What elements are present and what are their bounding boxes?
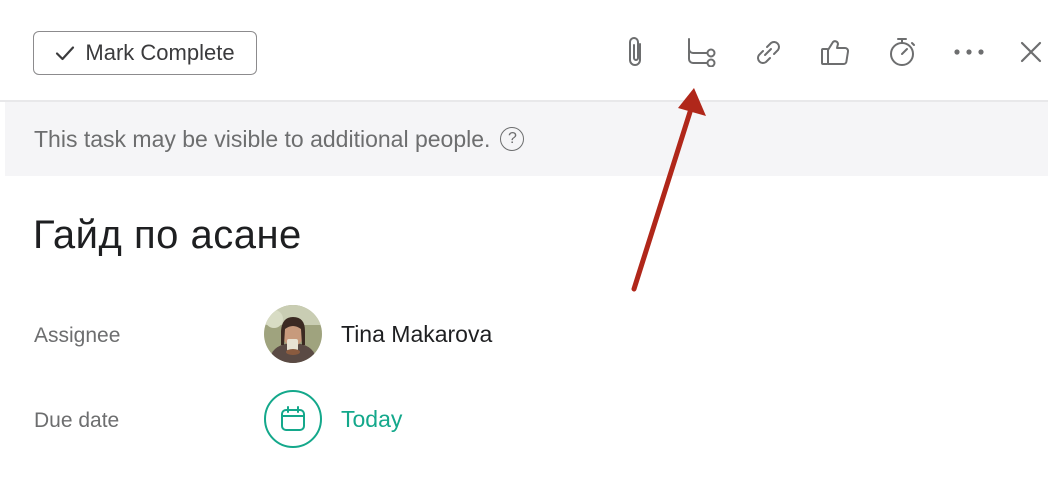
- add-subtask-button[interactable]: [685, 34, 719, 70]
- like-button[interactable]: [818, 34, 852, 70]
- visibility-banner-text: This task may be visible to additional p…: [34, 125, 491, 152]
- close-icon: [1020, 41, 1042, 63]
- task-toolbar: Mark Complete: [0, 0, 1048, 102]
- more-icon: [954, 49, 984, 55]
- due-date-button[interactable]: [264, 390, 322, 448]
- more-actions-button[interactable]: [952, 34, 986, 70]
- calendar-icon: [281, 406, 305, 431]
- mark-complete-button[interactable]: Mark Complete: [33, 31, 257, 75]
- close-button[interactable]: [1014, 34, 1048, 70]
- due-date-label: Due date: [34, 409, 120, 432]
- task-title[interactable]: Гайд по асане: [33, 213, 302, 258]
- visibility-banner: This task may be visible to additional p…: [5, 102, 1048, 176]
- link-icon: [757, 41, 780, 64]
- paperclip-icon: [629, 37, 641, 66]
- assignee-label: Assignee: [34, 324, 121, 347]
- stopwatch-icon: [890, 38, 915, 66]
- due-date-value[interactable]: Today: [341, 406, 402, 433]
- timer-button[interactable]: [885, 34, 919, 70]
- help-icon[interactable]: ?: [500, 127, 525, 151]
- avatar-photo: [264, 305, 322, 363]
- mark-complete-label: Mark Complete: [85, 40, 235, 65]
- subtask-icon: [688, 38, 716, 67]
- attach-button[interactable]: [619, 34, 653, 70]
- checkmark-icon: [56, 46, 75, 61]
- thumbs-up-icon: [821, 40, 849, 65]
- assignee-name[interactable]: Tina Makarova: [341, 321, 492, 348]
- copy-link-button[interactable]: [751, 34, 785, 70]
- avatar[interactable]: [264, 305, 322, 363]
